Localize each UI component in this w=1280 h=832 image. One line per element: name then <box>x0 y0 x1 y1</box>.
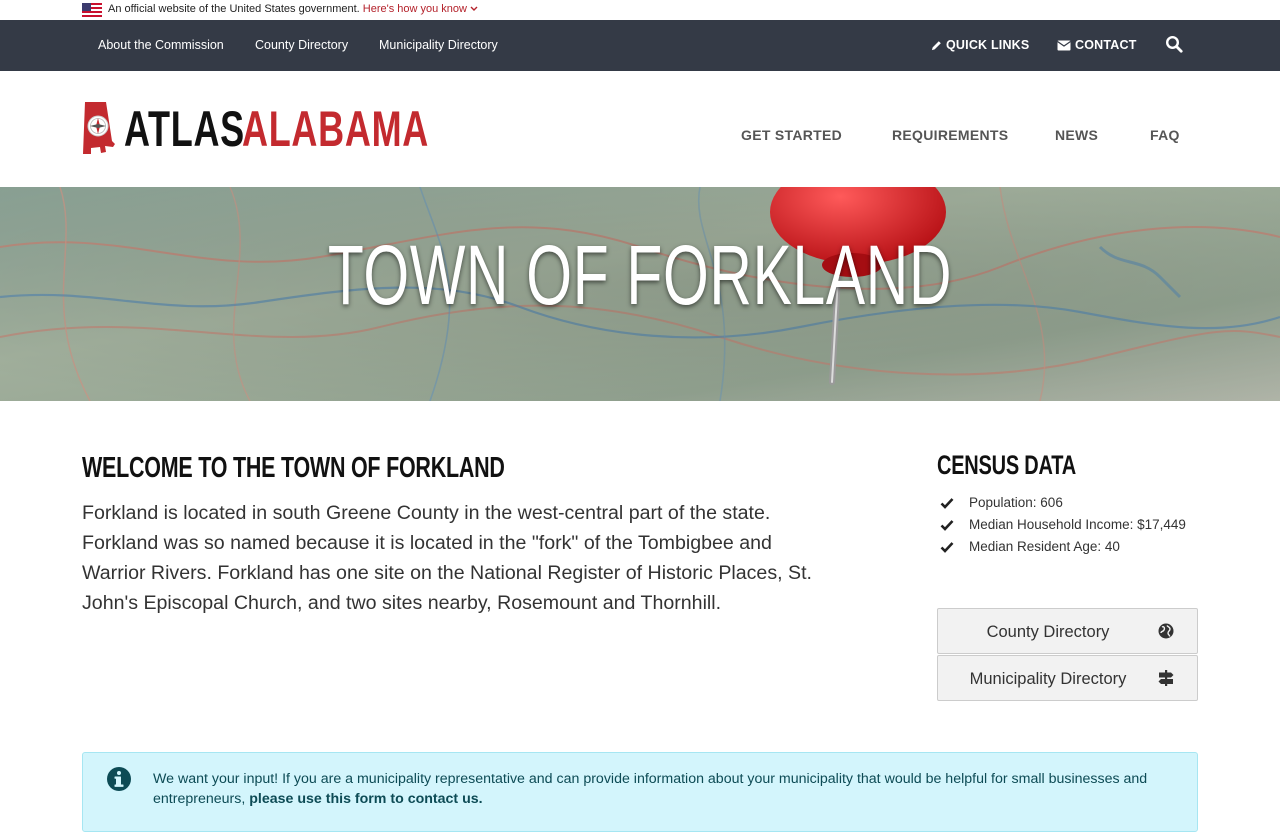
logo-text-alabama: ALABAMA <box>242 101 430 157</box>
search-icon <box>1165 35 1183 53</box>
checkmark-icon <box>940 520 954 531</box>
atlas-alabama-logo[interactable]: ATLAS ALABAMA <box>82 101 434 157</box>
gov-banner-link[interactable]: Here's how you know <box>363 3 478 15</box>
quick-links-button[interactable]: QUICK LINKS <box>931 20 1029 71</box>
site-header: ATLAS ALABAMA GET STARTED REQUIREMENTS N… <box>0 71 1280 187</box>
globe-icon <box>1158 623 1174 639</box>
census-item: Median Household Income: $17,449 <box>940 514 1186 536</box>
envelope-icon <box>1057 40 1071 51</box>
contact-form-link[interactable]: please use this form to contact us. <box>249 791 482 807</box>
signpost-icon <box>1158 670 1174 686</box>
county-directory-button[interactable]: County Directory <box>937 608 1198 654</box>
page-title: TOWN OF FORKLAND <box>327 228 953 322</box>
county-directory-label: County Directory <box>986 623 1110 641</box>
census-item: Median Resident Age: 40 <box>940 536 1186 558</box>
census-heading: CENSUS DATA <box>937 450 1076 480</box>
nav-news[interactable]: NEWS <box>1055 71 1098 187</box>
us-flag-icon <box>82 3 102 17</box>
hero-banner: TOWN OF FORKLAND <box>0 187 1280 401</box>
utility-bar: About the Commission County Directory Mu… <box>0 20 1280 71</box>
chevron-down-icon <box>470 6 478 11</box>
gov-banner-text: An official website of the United States… <box>108 3 360 15</box>
info-icon <box>107 767 131 791</box>
logo-text-atlas: ATLAS <box>124 101 245 157</box>
contact-button[interactable]: CONTACT <box>1057 20 1137 71</box>
municipality-directory-label: Municipality Directory <box>969 670 1127 688</box>
nav-get-started[interactable]: GET STARTED <box>741 71 842 187</box>
census-list: Population: 606 Median Household Income:… <box>940 492 1186 558</box>
checkmark-icon <box>940 498 954 509</box>
input-request-alert: We want your input! If you are a municip… <box>82 752 1198 832</box>
pencil-icon <box>931 41 941 51</box>
nav-about-commission[interactable]: About the Commission <box>98 20 224 71</box>
nav-municipality-directory[interactable]: Municipality Directory <box>379 20 498 71</box>
census-item: Population: 606 <box>940 492 1186 514</box>
search-button[interactable] <box>1165 20 1187 71</box>
nav-county-directory[interactable]: County Directory <box>255 20 348 71</box>
welcome-description: Forkland is located in south Greene Coun… <box>82 502 812 614</box>
checkmark-icon <box>940 542 954 553</box>
municipality-directory-button[interactable]: Municipality Directory <box>937 655 1198 701</box>
nav-requirements[interactable]: REQUIREMENTS <box>892 71 1008 187</box>
welcome-heading: WELCOME TO THE TOWN OF FORKLAND <box>82 452 505 484</box>
nav-faq[interactable]: FAQ <box>1150 71 1180 187</box>
alabama-state-icon <box>83 102 115 154</box>
gov-banner: An official website of the United States… <box>0 0 1280 20</box>
